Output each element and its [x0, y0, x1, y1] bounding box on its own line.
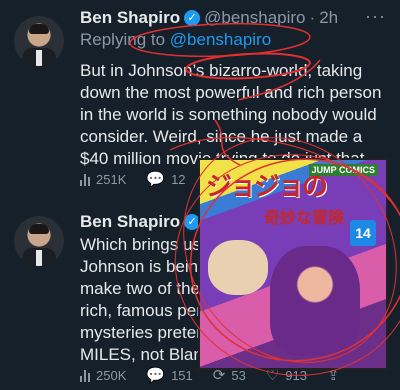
avatar[interactable]: [14, 216, 64, 266]
comic-character: [270, 246, 360, 356]
reply-button[interactable]: 💬 151: [146, 366, 192, 384]
views-count: 251K: [96, 171, 127, 187]
volume-badge: 14: [350, 220, 376, 246]
replying-to-handle[interactable]: @benshapiro: [170, 30, 271, 49]
views-button[interactable]: 251K: [80, 172, 126, 187]
reply-count: 12: [171, 171, 186, 187]
comic-fist: [208, 240, 268, 295]
views-icon: [80, 172, 90, 186]
author-handle[interactable]: @benshapiro: [204, 8, 305, 28]
publisher-badge: JUMP COMICS: [308, 164, 378, 176]
verified-badge-icon: ✓: [184, 10, 201, 26]
author-name[interactable]: Ben Shapiro: [80, 212, 180, 232]
replying-to: Replying to @benshapiro: [80, 30, 394, 50]
views-count: 250K: [96, 367, 127, 383]
comic-subtitle: 奇妙な冒険: [264, 208, 345, 227]
avatar-hair: [29, 224, 49, 234]
avatar-shirt: [36, 250, 42, 266]
reply-count: 151: [171, 367, 193, 383]
separator-dot: ·: [309, 8, 316, 27]
views-icon: [80, 368, 90, 382]
tweet-header: Ben Shapiro ✓ @benshapiro · 2h: [80, 8, 394, 28]
avatar-hair: [29, 24, 49, 34]
avatar[interactable]: [14, 16, 64, 66]
tweet-1: Ben Shapiro ✓ @benshapiro · 2h Replying …: [80, 8, 394, 170]
reply-icon: 💬: [146, 171, 166, 188]
reply-icon: 💬: [146, 367, 166, 384]
timestamp[interactable]: 2h: [319, 8, 338, 28]
views-button[interactable]: 250K: [80, 368, 126, 383]
avatar-shirt: [36, 50, 42, 66]
author-name[interactable]: Ben Shapiro: [80, 8, 180, 28]
reply-button[interactable]: 💬 12: [146, 170, 185, 188]
tweet-1-actions: 251K 💬 12: [80, 170, 206, 188]
tweet-text: But in Johnson’s bizarro-world, taking d…: [80, 61, 382, 168]
replying-to-label: Replying to: [80, 30, 166, 49]
comic-cover-image: ジョジョの 奇妙な冒険 JUMP COMICS 14: [198, 158, 388, 370]
